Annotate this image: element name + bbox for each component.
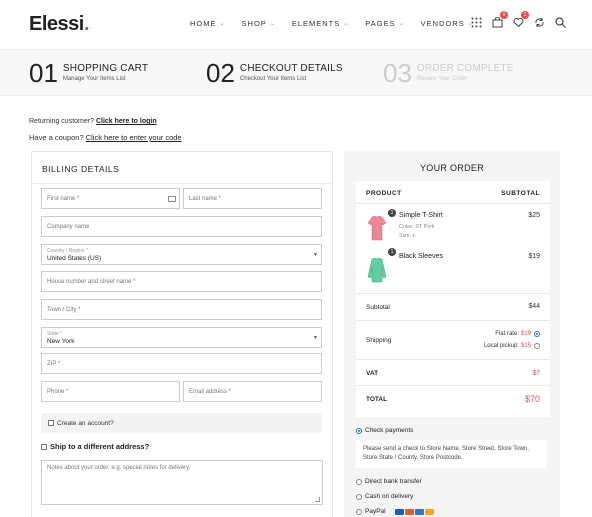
cod-radio[interactable] <box>356 493 362 500</box>
ship-different-checkbox[interactable] <box>41 443 47 450</box>
mastercard-icon <box>404 508 414 515</box>
compare-icon[interactable] <box>533 16 545 28</box>
credit-card-logos <box>394 508 434 515</box>
divider <box>356 293 550 294</box>
vat-value: $7 <box>532 370 540 377</box>
dropdown-arrow-icon: ▼ <box>313 334 318 341</box>
divider <box>32 183 332 184</box>
payment-cod[interactable]: Cash on delivery <box>356 493 413 500</box>
check-payment-radio[interactable] <box>356 427 362 434</box>
flat-rate-option[interactable]: Flat rate: $19 <box>495 331 540 337</box>
create-account-row: Create an account? <box>41 413 322 433</box>
chevron-down-icon: ⌄ <box>269 21 276 27</box>
resize-grip-icon[interactable] <box>315 497 320 502</box>
contact-card-icon <box>168 195 176 202</box>
col-product: PRODUCT <box>366 190 402 197</box>
phone-field[interactable]: Phone * <box>41 381 180 402</box>
chevron-down-icon: ⌄ <box>219 21 226 27</box>
order-table: PRODUCT SUBTOTAL 1 Simple T-Shirt Color:… <box>356 181 550 417</box>
state-select[interactable]: State * New York ▼ <box>41 327 322 348</box>
last-name-field[interactable]: Last name * <box>183 188 322 209</box>
subtotal-value: $44 <box>528 303 540 310</box>
col-subtotal: SUBTOTAL <box>501 190 540 197</box>
nav-shop[interactable]: SHOP ⌄ <box>242 19 276 28</box>
billing-title: BILLING DETAILS <box>42 164 120 174</box>
divider <box>356 385 550 386</box>
vat-label: VAT <box>366 370 379 377</box>
search-icon[interactable] <box>554 16 566 28</box>
product-name[interactable]: Black Sleeves <box>399 253 443 260</box>
email-field[interactable]: Email address * <box>183 381 322 402</box>
checkout-steps: 01 SHOPPING CART Manage Your Items List 0… <box>0 50 592 96</box>
discover-icon <box>424 508 434 515</box>
order-title: YOUR ORDER <box>419 163 484 173</box>
divider <box>356 320 550 321</box>
payment-check[interactable]: Check payments <box>356 427 413 434</box>
product-name[interactable]: Simple T-Shirt <box>399 212 443 219</box>
visa-icon <box>394 508 404 515</box>
dropdown-arrow-icon: ▼ <box>313 251 318 258</box>
step-order-complete: 03 ORDER COMPLETE Review Your Order <box>383 58 514 88</box>
bank-transfer-radio[interactable] <box>356 478 362 485</box>
returning-customer-notice: Returning customer? Click here to login <box>29 118 157 125</box>
step-checkout-details[interactable]: 02 CHECKOUT DETAILS Checkout Your Items L… <box>206 59 343 87</box>
company-field[interactable]: Company name <box>41 216 322 237</box>
step-shopping-cart[interactable]: 01 SHOPPING CART Manage Your Items List <box>29 59 148 87</box>
quantity-badge: 1 <box>388 209 396 217</box>
local-pickup-radio[interactable] <box>534 343 540 349</box>
cart-count-badge: 0 <box>500 11 508 19</box>
divider <box>356 359 550 360</box>
first-name-field[interactable]: First name * <box>41 188 180 209</box>
header-icons: 0 1 <box>470 11 566 28</box>
country-select[interactable]: Country / Region * United States (US) ▼ <box>41 244 322 265</box>
product-image-green-sleeves <box>366 256 388 284</box>
subtotal-label: Subtotal <box>366 304 390 311</box>
product-price: $19 <box>528 253 540 260</box>
chevron-down-icon: ⌄ <box>343 21 350 27</box>
amex-icon <box>414 508 424 515</box>
main-nav: HOME ⌄ SHOP ⌄ ELEMENTS ⌄ PAGES ⌄ VENDORS ⌄ <box>190 19 490 28</box>
local-pickup-option[interactable]: Local pickup: $15 <box>484 343 540 349</box>
shipping-label: Shipping <box>366 337 392 344</box>
wishlist-heart-icon[interactable]: 1 <box>512 11 529 28</box>
quantity-badge: 1 <box>388 248 396 256</box>
cart-icon[interactable]: 0 <box>491 11 508 28</box>
create-account-checkbox[interactable] <box>48 420 54 426</box>
site-header: Elessi. HOME ⌄ SHOP ⌄ ELEMENTS ⌄ PAGES ⌄ VEN… <box>0 0 592 50</box>
flat-rate-radio[interactable] <box>534 331 540 337</box>
chevron-down-icon: ⌄ <box>398 21 405 27</box>
order-notes-textarea[interactable]: Notes about your order, e.g. special not… <box>41 460 323 505</box>
total-value: $70 <box>524 394 540 404</box>
payment-bank[interactable]: Direct bank transfer <box>356 478 422 485</box>
product-price: $25 <box>528 212 540 219</box>
check-payment-description: Please send a check to Store Name, Store… <box>356 440 547 468</box>
product-size: Size: L <box>399 233 416 239</box>
product-image-pink-shirt <box>366 214 388 242</box>
logo[interactable]: Elessi. <box>29 13 89 36</box>
login-link[interactable]: Click here to login <box>96 118 157 125</box>
coupon-notice: Have a coupon? Click here to enter your … <box>29 133 182 142</box>
street-field[interactable]: House number and street name * <box>41 271 322 292</box>
town-field[interactable]: Town / City * <box>41 299 322 320</box>
nav-home[interactable]: HOME ⌄ <box>190 19 226 28</box>
divider <box>356 203 550 204</box>
paypal-radio[interactable] <box>356 508 362 515</box>
total-label: TOTAL <box>366 396 388 403</box>
ship-different-row: Ship to a different address? <box>41 442 149 451</box>
nav-vendors[interactable]: VENDORS ⌄ <box>421 19 474 28</box>
zip-field[interactable]: ZIP * <box>41 353 322 374</box>
coupon-link[interactable]: Click here to enter your code <box>86 133 182 142</box>
grid-icon[interactable] <box>470 16 482 28</box>
nav-pages[interactable]: PAGES ⌄ <box>365 19 404 28</box>
wishlist-count-badge: 1 <box>521 11 529 19</box>
product-color: Color: ST Pink <box>399 224 435 230</box>
payment-paypal[interactable]: PayPal <box>356 508 434 515</box>
nav-elements[interactable]: ELEMENTS ⌄ <box>292 19 349 28</box>
